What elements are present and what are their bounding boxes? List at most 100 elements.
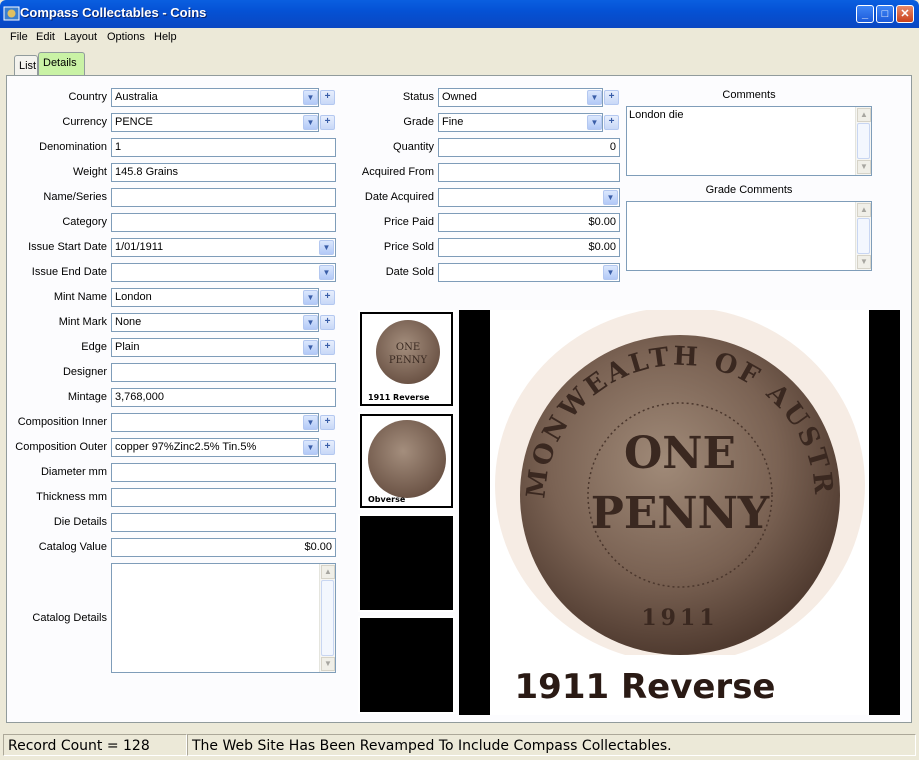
currency-select[interactable]: PENCE [111, 113, 319, 132]
country-select[interactable]: Australia [111, 88, 319, 107]
designer-label: Designer [62, 366, 107, 378]
add-status-button[interactable]: + [604, 90, 619, 105]
menu-file[interactable]: File [10, 31, 28, 43]
edge-label: Edge [81, 341, 107, 353]
tab-details[interactable]: Details [38, 52, 85, 76]
quantity-label: Quantity [393, 141, 434, 153]
add-grade-button[interactable]: + [604, 115, 619, 130]
maximize-button[interactable]: □ [876, 5, 894, 23]
acquired-from-input[interactable] [438, 163, 620, 182]
denomination-input[interactable]: 1 [111, 138, 336, 157]
chevron-down-icon[interactable]: ▼ [303, 440, 318, 455]
grade-comments-textarea[interactable]: ▲ ▼ [626, 201, 872, 271]
title-bar[interactable]: Compass Collectables - Coins _ □ ✕ [0, 0, 919, 28]
coin-text-penny: PENNY [591, 488, 770, 539]
add-composition-inner-button[interactable]: + [320, 415, 335, 430]
diameter-input[interactable] [111, 463, 336, 482]
die-details-input[interactable] [111, 513, 336, 532]
catalog-value-label: Catalog Value [38, 541, 107, 553]
scroll-up-arrow-icon[interactable]: ▲ [857, 108, 871, 122]
thumbnail-1[interactable]: ONE PENNY 1911 Reverse [358, 310, 455, 408]
add-edge-button[interactable]: + [320, 340, 335, 355]
issue-end-date-picker[interactable] [111, 263, 336, 282]
diameter-label: Diameter mm [40, 466, 107, 478]
mint-name-select[interactable]: London [111, 288, 319, 307]
price-sold-label: Price Sold [383, 241, 434, 253]
chevron-down-icon[interactable]: ▼ [303, 290, 318, 305]
chevron-down-icon[interactable]: ▼ [603, 265, 618, 280]
chevron-down-icon[interactable]: ▼ [303, 90, 318, 105]
name-series-input[interactable] [111, 188, 336, 207]
add-composition-outer-button[interactable]: + [320, 440, 335, 455]
add-mint-name-button[interactable]: + [320, 290, 335, 305]
acquired-from-label: Acquired From [361, 166, 434, 178]
scroll-up-arrow-icon[interactable]: ▲ [857, 203, 871, 217]
die-details-label: Die Details [53, 516, 107, 528]
thickness-input[interactable] [111, 488, 336, 507]
scroll-thumb[interactable] [321, 580, 334, 656]
grade-label: Grade [403, 116, 434, 128]
price-sold-input[interactable]: $0.00 [438, 238, 620, 257]
chevron-down-icon[interactable]: ▼ [587, 90, 602, 105]
comments-textarea[interactable]: London die ▲ ▼ [626, 106, 872, 176]
catalog-details-textarea[interactable]: ▲ ▼ [111, 563, 336, 673]
mintage-input[interactable]: 3,768,000 [111, 388, 336, 407]
tab-strip: List Details [0, 48, 919, 77]
catalog-details-scrollbar[interactable]: ▲ ▼ [319, 564, 335, 672]
status-label: Status [402, 91, 434, 103]
designer-input[interactable] [111, 363, 336, 382]
thumbnail-3-empty[interactable] [358, 514, 455, 612]
scroll-down-arrow-icon[interactable]: ▼ [321, 657, 335, 671]
add-mint-mark-button[interactable]: + [320, 315, 335, 330]
scroll-down-arrow-icon[interactable]: ▼ [857, 255, 871, 269]
category-input[interactable] [111, 213, 336, 232]
comments-scrollbar[interactable]: ▲ ▼ [855, 107, 871, 175]
minimize-button[interactable]: _ [856, 5, 874, 23]
composition-inner-select[interactable] [111, 413, 319, 432]
thumbnail-4-empty[interactable] [358, 616, 455, 714]
scroll-up-arrow-icon[interactable]: ▲ [321, 565, 335, 579]
compass-app-icon [3, 5, 20, 22]
menu-edit[interactable]: Edit [36, 31, 55, 43]
date-sold-label: Date Sold [385, 266, 434, 278]
date-acquired-picker[interactable] [438, 188, 620, 207]
tab-list[interactable]: List [14, 55, 38, 77]
catalog-details-label: Catalog Details [32, 612, 107, 624]
chevron-down-icon[interactable]: ▼ [587, 115, 602, 130]
coin-thumbnail [368, 420, 446, 498]
grade-select[interactable]: Fine [438, 113, 603, 132]
menu-layout[interactable]: Layout [64, 31, 97, 43]
chevron-down-icon[interactable]: ▼ [303, 340, 318, 355]
coin-text-one: ONE [624, 428, 736, 479]
composition-outer-select[interactable]: copper 97%Zinc2.5% Tin.5% [111, 438, 319, 457]
close-button[interactable]: ✕ [896, 5, 914, 23]
thickness-label: Thickness mm [36, 491, 107, 503]
chevron-down-icon[interactable]: ▼ [603, 190, 618, 205]
price-paid-input[interactable]: $0.00 [438, 213, 620, 232]
scroll-thumb[interactable] [857, 123, 870, 159]
scroll-down-arrow-icon[interactable]: ▼ [857, 160, 871, 174]
issue-start-date-picker[interactable]: 1/01/1911 [111, 238, 336, 257]
mint-mark-select[interactable]: None [111, 313, 319, 332]
weight-input[interactable]: 145.8 Grains [111, 163, 336, 182]
chevron-down-icon[interactable]: ▼ [303, 415, 318, 430]
edge-select[interactable]: Plain [111, 338, 319, 357]
date-sold-picker[interactable] [438, 263, 620, 282]
grade-comments-scrollbar[interactable]: ▲ ▼ [855, 202, 871, 270]
status-select[interactable]: Owned [438, 88, 603, 107]
catalog-value-input[interactable]: $0.00 [111, 538, 336, 557]
menu-options[interactable]: Options [107, 31, 145, 43]
coin-photo: COMMONWEALTH OF AUSTRALIA ONE PENNY 1911… [474, 287, 869, 715]
main-coin-image[interactable]: COMMONWEALTH OF AUSTRALIA ONE PENNY 1911… [459, 287, 900, 715]
svg-text:ONE: ONE [396, 342, 420, 353]
chevron-down-icon[interactable]: ▼ [303, 315, 318, 330]
menu-help[interactable]: Help [154, 31, 177, 43]
scroll-thumb[interactable] [857, 218, 870, 254]
composition-inner-label: Composition Inner [17, 416, 107, 428]
thumbnail-2[interactable]: Obverse [358, 412, 455, 510]
thumbnail-caption: Obverse [368, 495, 406, 504]
quantity-input[interactable]: 0 [438, 138, 620, 157]
penny-reverse-illustration: COMMONWEALTH OF AUSTRALIA ONE PENNY 1911… [474, 287, 869, 715]
chevron-down-icon[interactable]: ▼ [303, 115, 318, 130]
grade-comments-label: Grade Comments [705, 184, 793, 196]
